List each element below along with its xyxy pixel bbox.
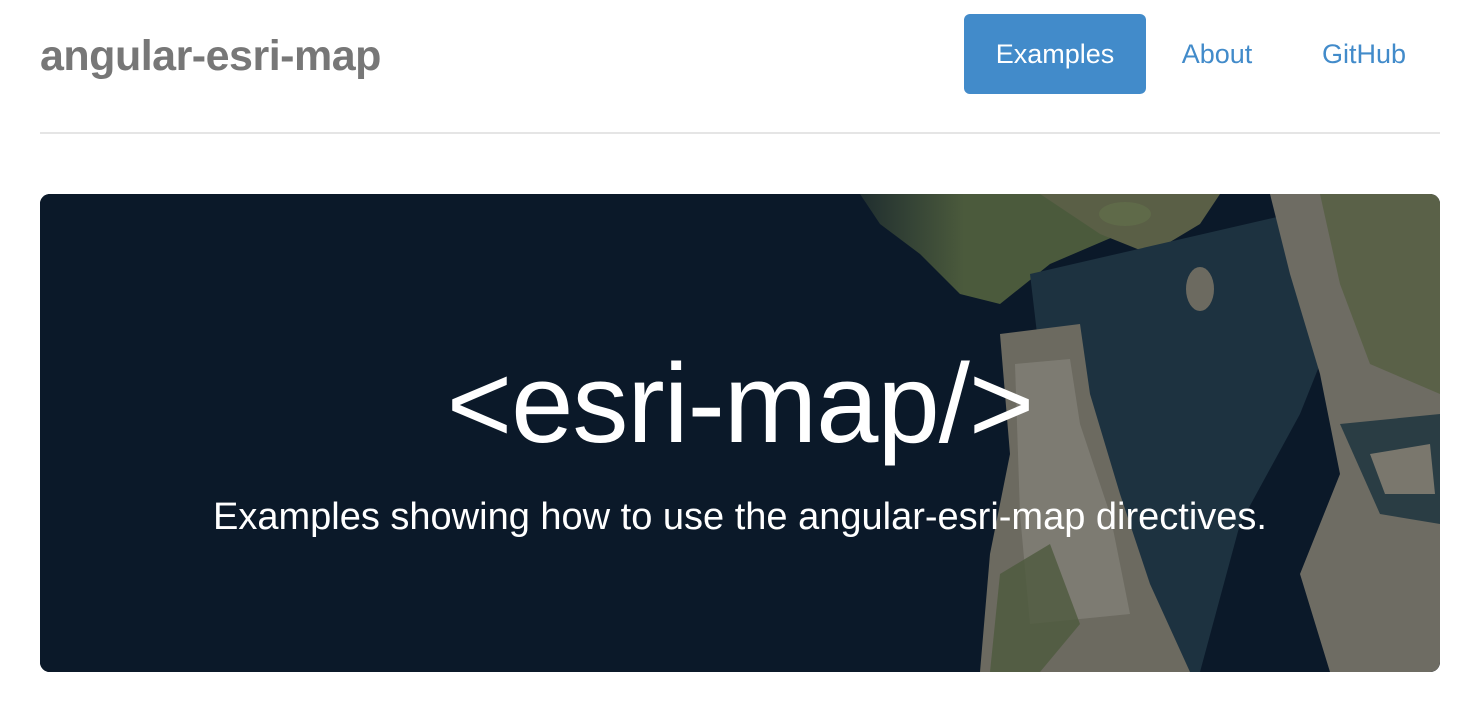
hero-jumbotron: <esri-map/> Examples showing how to use … [40, 194, 1440, 672]
nav-github[interactable]: GitHub [1288, 14, 1440, 94]
nav-about[interactable]: About [1146, 14, 1288, 94]
main-nav: Examples About GitHub [964, 14, 1440, 94]
site-header: angular-esri-map Examples About GitHub [40, 0, 1440, 134]
site-brand[interactable]: angular-esri-map [40, 30, 381, 82]
hero-subtitle: Examples showing how to use the angular-… [213, 496, 1267, 538]
page: angular-esri-map Examples About GitHub <… [0, 0, 1474, 710]
hero-title: <esri-map/> [446, 341, 1035, 466]
nav-examples[interactable]: Examples [964, 14, 1146, 94]
